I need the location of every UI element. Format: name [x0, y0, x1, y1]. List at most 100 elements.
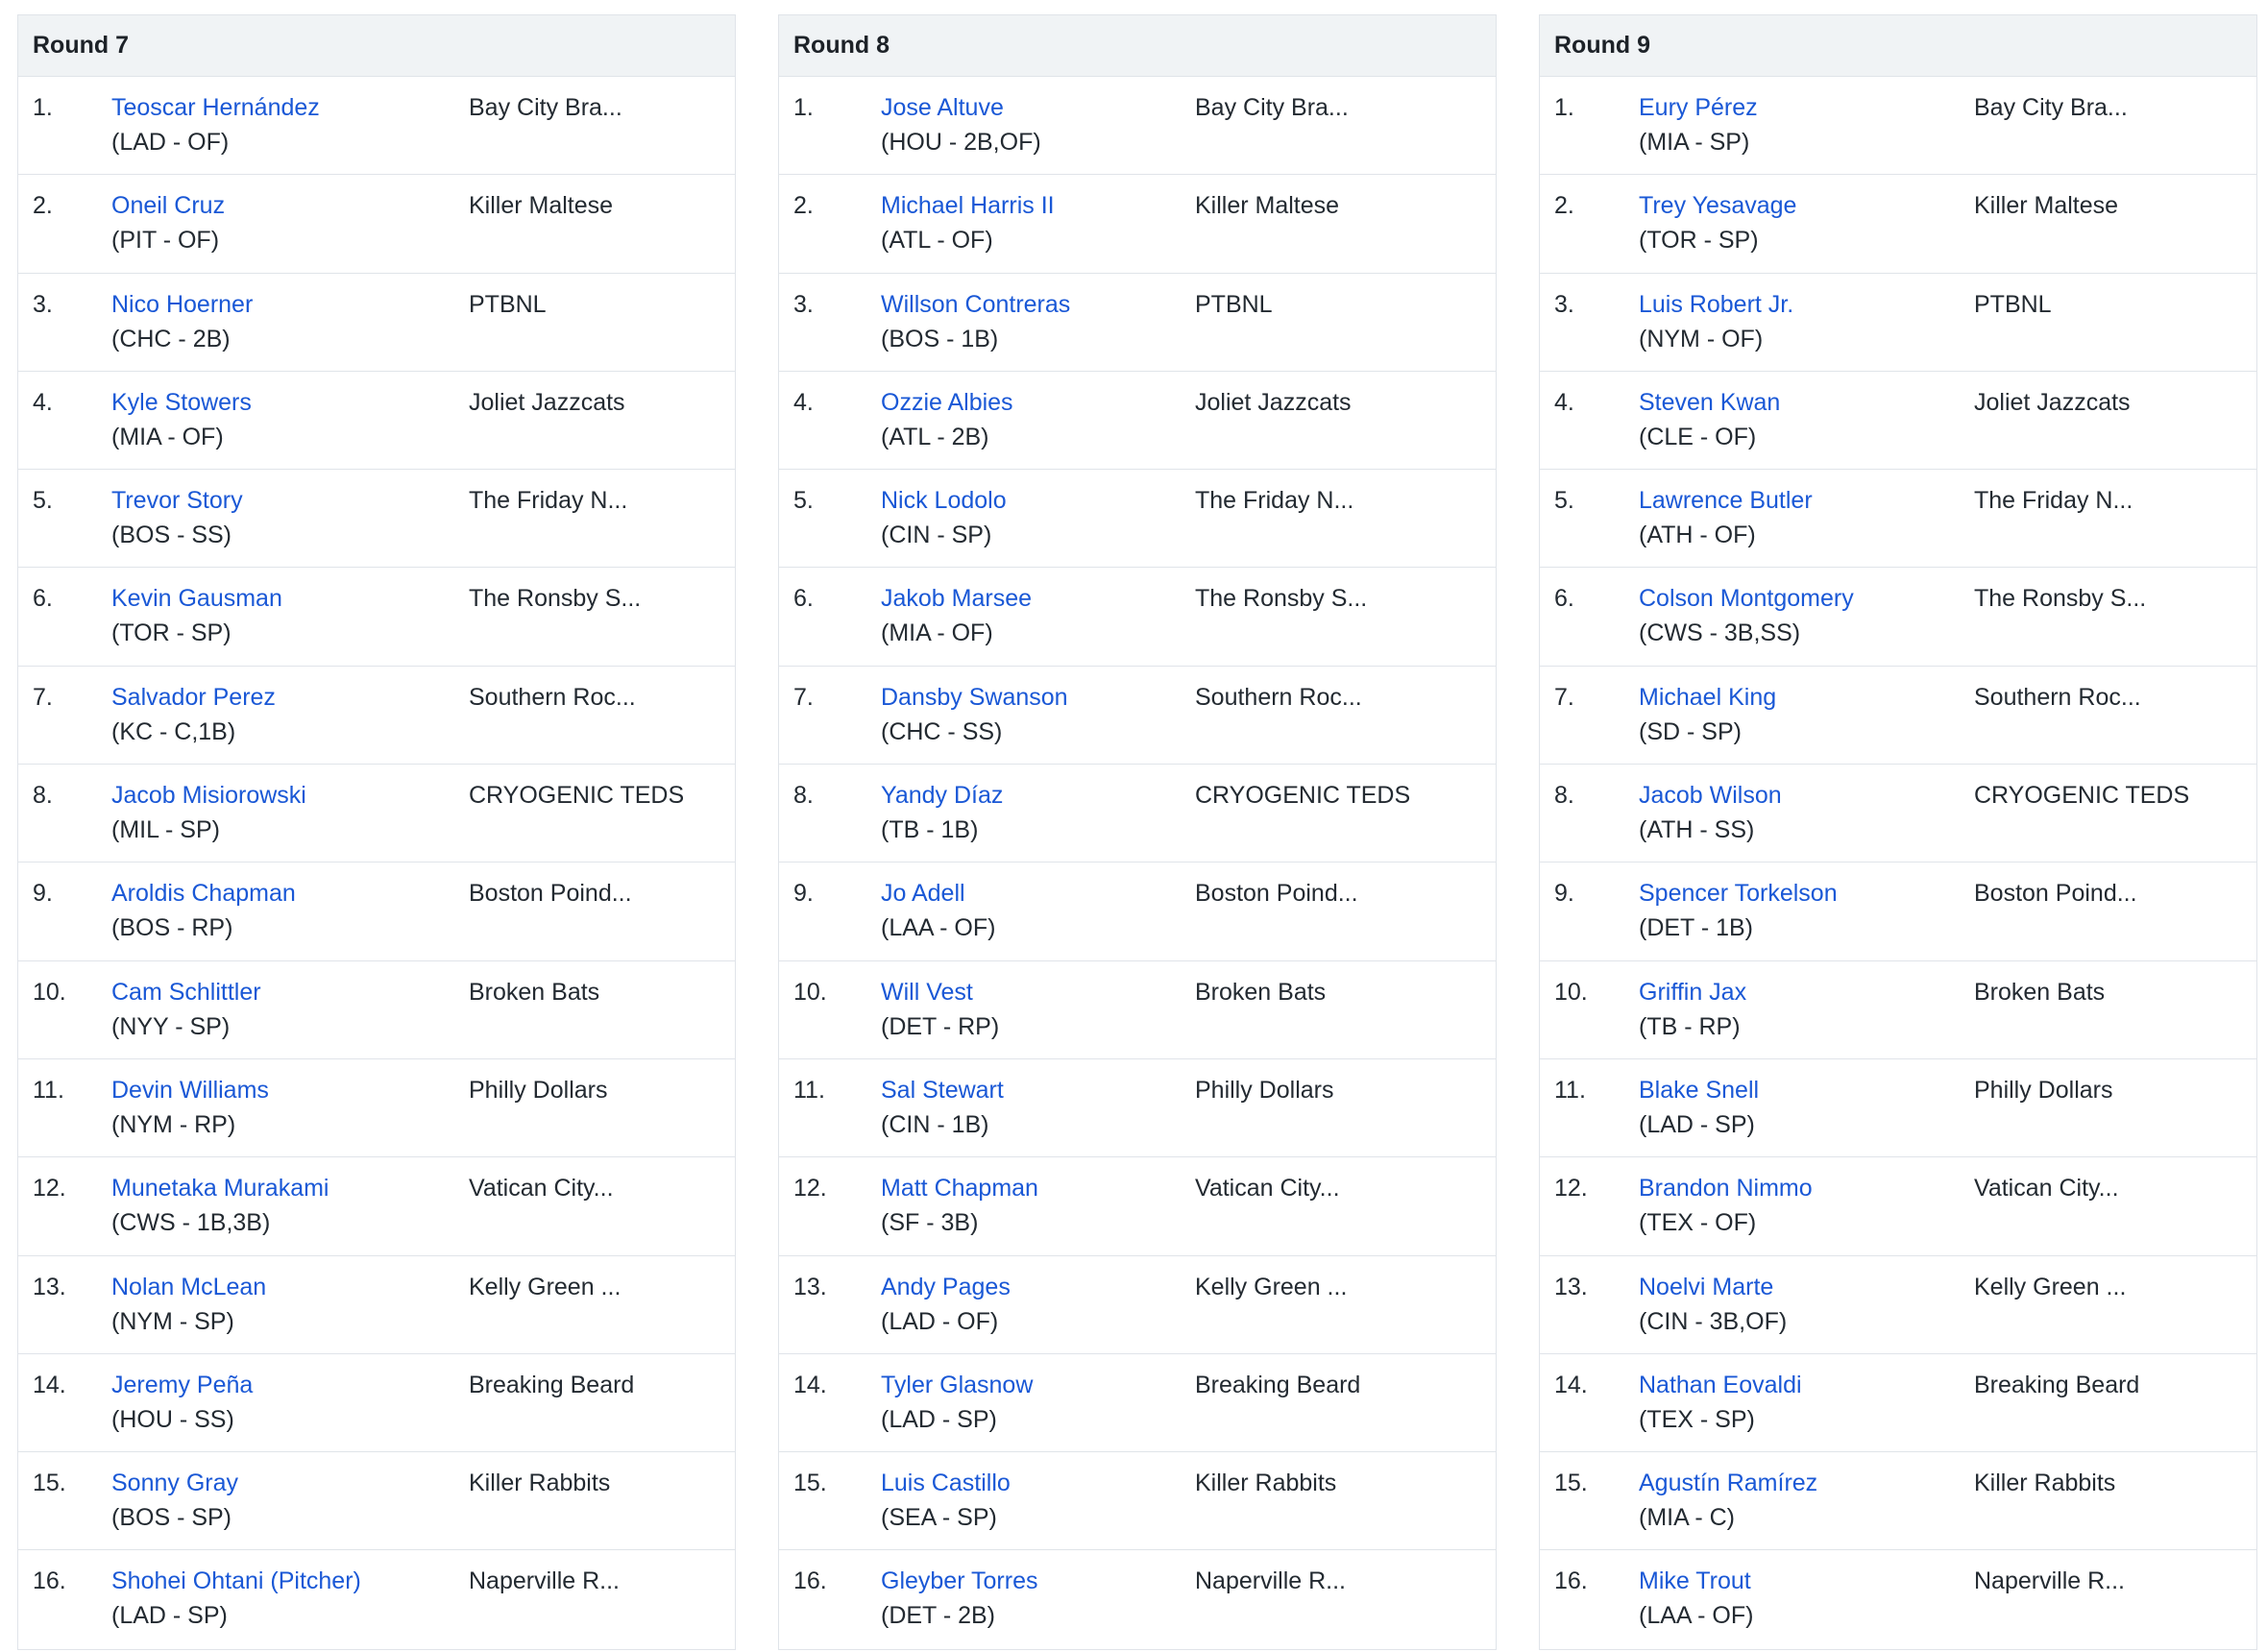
player-name-link[interactable]: Luis Castillo — [881, 1466, 1011, 1500]
fantasy-team-name: Naperville R... — [469, 1567, 620, 1595]
player-cell: Oneil Cruz (PIT - OF) — [111, 188, 225, 257]
player-name-link[interactable]: Matt Chapman — [881, 1171, 1038, 1205]
pick-row: 12. Munetaka Murakami (CWS - 1B,3B) Vatican… — [18, 1157, 735, 1256]
player-name-link[interactable]: Jo Adell — [881, 876, 995, 911]
player-name-link[interactable]: Trey Yesavage — [1639, 188, 1796, 223]
player-name-link[interactable]: Cam Schlittler — [111, 975, 261, 1009]
player-name-link[interactable]: Munetaka Murakami — [111, 1171, 329, 1205]
player-team-position: (DET - RP) — [881, 1012, 1000, 1040]
player-name-link[interactable]: Eury Pérez — [1639, 90, 1758, 125]
fantasy-team-name: Killer Rabbits — [1195, 1470, 1337, 1497]
player-cell: Kevin Gausman (TOR - SP) — [111, 581, 282, 650]
player-cell: Ozzie Albies (ATL - 2B) — [881, 385, 1013, 454]
player-name-link[interactable]: Jacob Wilson — [1639, 778, 1782, 813]
player-cell: Jakob Marsee (MIA - OF) — [881, 581, 1032, 650]
player-name-link[interactable]: Nolan McLean — [111, 1270, 266, 1304]
pick-number: 9. — [1554, 880, 1574, 908]
pick-row: 8. Jacob Misiorowski (MIL - SP) CRYOGENIC T… — [18, 765, 735, 863]
pick-number: 11. — [1554, 1076, 1586, 1104]
player-name-link[interactable]: Dansby Swanson — [881, 680, 1068, 715]
player-name-link[interactable]: Brandon Nimmo — [1639, 1171, 1813, 1205]
pick-number: 5. — [1554, 487, 1574, 515]
fantasy-team-name: Joliet Jazzcats — [1974, 388, 2131, 416]
player-name-link[interactable]: Spencer Torkelson — [1639, 876, 1838, 911]
player-name-link[interactable]: Michael King — [1639, 680, 1776, 715]
player-name-link[interactable]: Ozzie Albies — [881, 385, 1013, 420]
player-team-position: (TB - RP) — [1639, 1012, 1741, 1040]
player-name-link[interactable]: Devin Williams — [111, 1073, 269, 1107]
player-name-link[interactable]: Willson Contreras — [881, 287, 1070, 322]
fantasy-team-name: Bay City Bra... — [1195, 94, 1349, 121]
pick-row: 8. Yandy Díaz (TB - 1B) CRYOGENIC TEDS — [779, 765, 1496, 863]
player-name-link[interactable]: Yandy Díaz — [881, 778, 1003, 813]
player-team-position: (LAD - SP) — [1639, 1110, 1755, 1138]
player-cell: Matt Chapman (SF - 3B) — [881, 1171, 1038, 1240]
player-name-link[interactable]: Sal Stewart — [881, 1073, 1004, 1107]
player-name-link[interactable]: Trevor Story — [111, 483, 243, 518]
fantasy-team-name: The Ronsby S... — [1974, 585, 2147, 613]
player-cell: Shohei Ohtani (Pitcher) (LAD - SP) — [111, 1564, 361, 1633]
player-name-link[interactable]: Blake Snell — [1639, 1073, 1759, 1107]
player-name-link[interactable]: Kyle Stowers — [111, 385, 252, 420]
player-name-link[interactable]: Gleyber Torres — [881, 1564, 1038, 1598]
player-name-link[interactable]: Colson Montgomery — [1639, 581, 1854, 616]
round-8-table: Round 8 1. Jose Altuve (HOU - 2B,OF) Bay Ci… — [778, 14, 1497, 1650]
player-cell: Noelvi Marte (CIN - 3B,OF) — [1639, 1270, 1787, 1339]
player-name-link[interactable]: Kevin Gausman — [111, 581, 282, 616]
fantasy-team-name: Killer Maltese — [1195, 192, 1340, 220]
pick-row: 2. Michael Harris II (ATL - OF) Killer Malt… — [779, 175, 1496, 274]
player-cell: Colson Montgomery (CWS - 3B,SS) — [1639, 581, 1854, 650]
player-name-link[interactable]: Michael Harris II — [881, 188, 1055, 223]
pick-row: 16. Mike Trout (LAA - OF) Naperville R... — [1540, 1550, 2256, 1648]
fantasy-team-name: Kelly Green ... — [1195, 1273, 1348, 1300]
pick-number: 8. — [33, 782, 53, 810]
player-name-link[interactable]: Mike Trout — [1639, 1564, 1753, 1598]
player-name-link[interactable]: Shohei Ohtani (Pitcher) — [111, 1564, 361, 1598]
player-name-link[interactable]: Agustín Ramírez — [1639, 1466, 1817, 1500]
fantasy-team-name: Killer Rabbits — [1974, 1470, 2116, 1497]
player-name-link[interactable]: Lawrence Butler — [1639, 483, 1813, 518]
player-name-link[interactable]: Salvador Perez — [111, 680, 276, 715]
player-name-link[interactable]: Luis Robert Jr. — [1639, 287, 1793, 322]
pick-number: 4. — [793, 388, 814, 416]
player-team-position: (ATH - SS) — [1639, 816, 1755, 844]
player-team-position: (SD - SP) — [1639, 717, 1742, 745]
player-team-position: (LAD - SP) — [111, 1602, 228, 1630]
player-name-link[interactable]: Nico Hoerner — [111, 287, 253, 322]
player-cell: Nico Hoerner (CHC - 2B) — [111, 287, 253, 356]
pick-row: 14. Jeremy Peña (HOU - SS) Breaking Beard — [18, 1354, 735, 1453]
player-name-link[interactable]: Teoscar Hernández — [111, 90, 320, 125]
pick-number: 13. — [1554, 1273, 1588, 1300]
pick-number: 9. — [33, 880, 53, 908]
player-name-link[interactable]: Steven Kwan — [1639, 385, 1780, 420]
player-name-link[interactable]: Jakob Marsee — [881, 581, 1032, 616]
player-name-link[interactable]: Nick Lodolo — [881, 483, 1007, 518]
pick-row: 13. Noelvi Marte (CIN - 3B,OF) Kelly Green … — [1540, 1256, 2256, 1354]
player-name-link[interactable]: Nathan Eovaldi — [1639, 1368, 1802, 1402]
player-name-link[interactable]: Aroldis Chapman — [111, 876, 296, 911]
player-team-position: (MIA - SP) — [1639, 129, 1750, 156]
player-name-link[interactable]: Andy Pages — [881, 1270, 1011, 1304]
player-cell: Dansby Swanson (CHC - SS) — [881, 680, 1068, 749]
pick-row: 7. Salvador Perez (KC - C,1B) Southern Roc.… — [18, 667, 735, 765]
player-name-link[interactable]: Sonny Gray — [111, 1466, 238, 1500]
pick-number: 6. — [793, 585, 814, 613]
player-name-link[interactable]: Jose Altuve — [881, 90, 1041, 125]
player-name-link[interactable]: Jeremy Peña — [111, 1368, 253, 1402]
fantasy-team-name: Philly Dollars — [1974, 1076, 2113, 1104]
player-name-link[interactable]: Tyler Glasnow — [881, 1368, 1033, 1402]
player-team-position: (TEX - OF) — [1639, 1209, 1757, 1237]
player-team-position: (MIA - C) — [1639, 1504, 1735, 1532]
player-team-position: (HOU - 2B,OF) — [881, 129, 1041, 156]
fantasy-team-name: Breaking Beard — [1195, 1371, 1361, 1398]
player-name-link[interactable]: Griffin Jax — [1639, 975, 1746, 1009]
pick-row: 6. Jakob Marsee (MIA - OF) The Ronsby S... — [779, 568, 1496, 667]
player-name-link[interactable]: Jacob Misiorowski — [111, 778, 306, 813]
pick-row: 16. Gleyber Torres (DET - 2B) Naperville R.… — [779, 1550, 1496, 1648]
player-name-link[interactable]: Oneil Cruz — [111, 188, 225, 223]
fantasy-team-name: Philly Dollars — [1195, 1076, 1334, 1104]
pick-number: 4. — [1554, 388, 1574, 416]
player-name-link[interactable]: Noelvi Marte — [1639, 1270, 1787, 1304]
pick-row: 9. Jo Adell (LAA - OF) Boston Poind... — [779, 862, 1496, 961]
player-name-link[interactable]: Will Vest — [881, 975, 999, 1009]
